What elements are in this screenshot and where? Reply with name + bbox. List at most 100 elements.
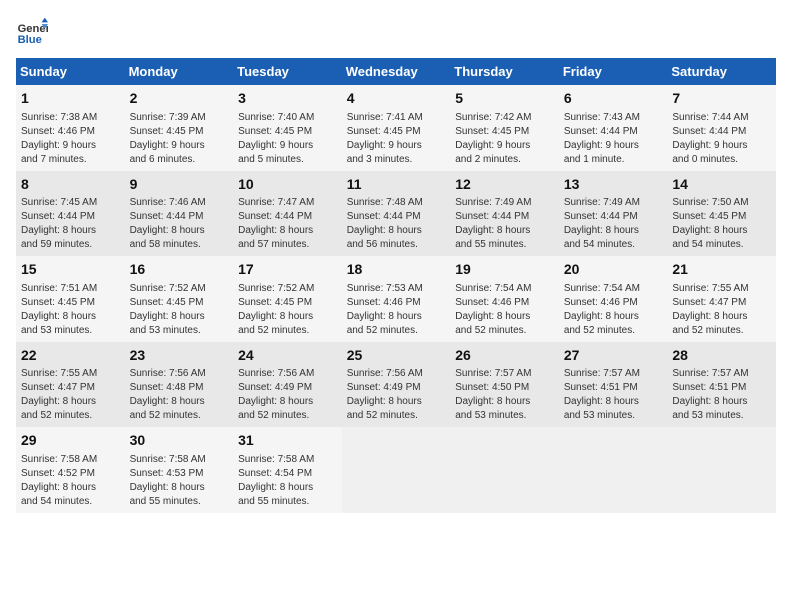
day-info: Sunrise: 7:56 AM Sunset: 4:49 PM Dayligh… (347, 367, 446, 423)
column-header-wednesday: Wednesday (342, 58, 451, 85)
day-number: 14 (672, 175, 771, 195)
calendar-cell: 4Sunrise: 7:41 AM Sunset: 4:45 PM Daylig… (342, 85, 451, 171)
day-number: 4 (347, 89, 446, 109)
day-number: 18 (347, 260, 446, 280)
day-info: Sunrise: 7:45 AM Sunset: 4:44 PM Dayligh… (21, 196, 120, 252)
day-number: 13 (564, 175, 663, 195)
day-info: Sunrise: 7:47 AM Sunset: 4:44 PM Dayligh… (238, 196, 337, 252)
week-row-5: 29Sunrise: 7:58 AM Sunset: 4:52 PM Dayli… (16, 427, 776, 513)
day-info: Sunrise: 7:56 AM Sunset: 4:49 PM Dayligh… (238, 367, 337, 423)
logo-icon: General Blue (16, 16, 48, 48)
day-info: Sunrise: 7:57 AM Sunset: 4:51 PM Dayligh… (672, 367, 771, 423)
calendar-cell: 15Sunrise: 7:51 AM Sunset: 4:45 PM Dayli… (16, 256, 125, 342)
day-info: Sunrise: 7:54 AM Sunset: 4:46 PM Dayligh… (564, 282, 663, 338)
day-number: 21 (672, 260, 771, 280)
day-info: Sunrise: 7:56 AM Sunset: 4:48 PM Dayligh… (130, 367, 229, 423)
calendar-cell: 29Sunrise: 7:58 AM Sunset: 4:52 PM Dayli… (16, 427, 125, 513)
day-number: 16 (130, 260, 229, 280)
calendar-cell: 8Sunrise: 7:45 AM Sunset: 4:44 PM Daylig… (16, 171, 125, 257)
day-number: 10 (238, 175, 337, 195)
calendar-cell: 1Sunrise: 7:38 AM Sunset: 4:46 PM Daylig… (16, 85, 125, 171)
day-info: Sunrise: 7:38 AM Sunset: 4:46 PM Dayligh… (21, 111, 120, 167)
day-info: Sunrise: 7:42 AM Sunset: 4:45 PM Dayligh… (455, 111, 554, 167)
svg-text:Blue: Blue (18, 34, 42, 46)
day-number: 11 (347, 175, 446, 195)
calendar-cell: 26Sunrise: 7:57 AM Sunset: 4:50 PM Dayli… (450, 342, 559, 428)
calendar-cell: 27Sunrise: 7:57 AM Sunset: 4:51 PM Dayli… (559, 342, 668, 428)
day-info: Sunrise: 7:57 AM Sunset: 4:51 PM Dayligh… (564, 367, 663, 423)
column-header-sunday: Sunday (16, 58, 125, 85)
column-header-friday: Friday (559, 58, 668, 85)
day-info: Sunrise: 7:39 AM Sunset: 4:45 PM Dayligh… (130, 111, 229, 167)
column-header-thursday: Thursday (450, 58, 559, 85)
day-number: 22 (21, 346, 120, 366)
day-info: Sunrise: 7:41 AM Sunset: 4:45 PM Dayligh… (347, 111, 446, 167)
day-info: Sunrise: 7:52 AM Sunset: 4:45 PM Dayligh… (238, 282, 337, 338)
calendar-cell: 28Sunrise: 7:57 AM Sunset: 4:51 PM Dayli… (667, 342, 776, 428)
day-number: 5 (455, 89, 554, 109)
calendar-cell: 2Sunrise: 7:39 AM Sunset: 4:45 PM Daylig… (125, 85, 234, 171)
day-info: Sunrise: 7:52 AM Sunset: 4:45 PM Dayligh… (130, 282, 229, 338)
day-number: 27 (564, 346, 663, 366)
day-info: Sunrise: 7:53 AM Sunset: 4:46 PM Dayligh… (347, 282, 446, 338)
day-number: 6 (564, 89, 663, 109)
day-number: 30 (130, 431, 229, 451)
day-number: 15 (21, 260, 120, 280)
calendar-cell (450, 427, 559, 513)
day-number: 12 (455, 175, 554, 195)
calendar-cell (342, 427, 451, 513)
day-number: 28 (672, 346, 771, 366)
calendar-cell: 23Sunrise: 7:56 AM Sunset: 4:48 PM Dayli… (125, 342, 234, 428)
calendar-cell: 10Sunrise: 7:47 AM Sunset: 4:44 PM Dayli… (233, 171, 342, 257)
day-info: Sunrise: 7:43 AM Sunset: 4:44 PM Dayligh… (564, 111, 663, 167)
day-info: Sunrise: 7:46 AM Sunset: 4:44 PM Dayligh… (130, 196, 229, 252)
week-row-3: 15Sunrise: 7:51 AM Sunset: 4:45 PM Dayli… (16, 256, 776, 342)
day-info: Sunrise: 7:55 AM Sunset: 4:47 PM Dayligh… (21, 367, 120, 423)
day-info: Sunrise: 7:40 AM Sunset: 4:45 PM Dayligh… (238, 111, 337, 167)
calendar-cell: 20Sunrise: 7:54 AM Sunset: 4:46 PM Dayli… (559, 256, 668, 342)
calendar-cell: 14Sunrise: 7:50 AM Sunset: 4:45 PM Dayli… (667, 171, 776, 257)
header-row: SundayMondayTuesdayWednesdayThursdayFrid… (16, 58, 776, 85)
day-number: 3 (238, 89, 337, 109)
page-header: General Blue (16, 16, 776, 48)
day-number: 26 (455, 346, 554, 366)
calendar-cell: 9Sunrise: 7:46 AM Sunset: 4:44 PM Daylig… (125, 171, 234, 257)
day-info: Sunrise: 7:51 AM Sunset: 4:45 PM Dayligh… (21, 282, 120, 338)
calendar-cell (559, 427, 668, 513)
calendar-cell: 24Sunrise: 7:56 AM Sunset: 4:49 PM Dayli… (233, 342, 342, 428)
calendar-cell: 12Sunrise: 7:49 AM Sunset: 4:44 PM Dayli… (450, 171, 559, 257)
calendar-cell: 30Sunrise: 7:58 AM Sunset: 4:53 PM Dayli… (125, 427, 234, 513)
week-row-1: 1Sunrise: 7:38 AM Sunset: 4:46 PM Daylig… (16, 85, 776, 171)
calendar-cell: 6Sunrise: 7:43 AM Sunset: 4:44 PM Daylig… (559, 85, 668, 171)
calendar-cell: 17Sunrise: 7:52 AM Sunset: 4:45 PM Dayli… (233, 256, 342, 342)
day-info: Sunrise: 7:48 AM Sunset: 4:44 PM Dayligh… (347, 196, 446, 252)
day-info: Sunrise: 7:50 AM Sunset: 4:45 PM Dayligh… (672, 196, 771, 252)
day-info: Sunrise: 7:49 AM Sunset: 4:44 PM Dayligh… (455, 196, 554, 252)
day-number: 20 (564, 260, 663, 280)
day-number: 7 (672, 89, 771, 109)
day-number: 31 (238, 431, 337, 451)
day-info: Sunrise: 7:54 AM Sunset: 4:46 PM Dayligh… (455, 282, 554, 338)
day-number: 2 (130, 89, 229, 109)
calendar-cell: 16Sunrise: 7:52 AM Sunset: 4:45 PM Dayli… (125, 256, 234, 342)
week-row-4: 22Sunrise: 7:55 AM Sunset: 4:47 PM Dayli… (16, 342, 776, 428)
column-header-tuesday: Tuesday (233, 58, 342, 85)
calendar-cell: 25Sunrise: 7:56 AM Sunset: 4:49 PM Dayli… (342, 342, 451, 428)
calendar-cell: 21Sunrise: 7:55 AM Sunset: 4:47 PM Dayli… (667, 256, 776, 342)
day-number: 8 (21, 175, 120, 195)
calendar-cell: 5Sunrise: 7:42 AM Sunset: 4:45 PM Daylig… (450, 85, 559, 171)
day-number: 9 (130, 175, 229, 195)
calendar-cell: 13Sunrise: 7:49 AM Sunset: 4:44 PM Dayli… (559, 171, 668, 257)
day-number: 25 (347, 346, 446, 366)
calendar-cell: 3Sunrise: 7:40 AM Sunset: 4:45 PM Daylig… (233, 85, 342, 171)
day-info: Sunrise: 7:58 AM Sunset: 4:53 PM Dayligh… (130, 453, 229, 509)
day-number: 29 (21, 431, 120, 451)
day-info: Sunrise: 7:58 AM Sunset: 4:52 PM Dayligh… (21, 453, 120, 509)
day-info: Sunrise: 7:58 AM Sunset: 4:54 PM Dayligh… (238, 453, 337, 509)
calendar-cell: 19Sunrise: 7:54 AM Sunset: 4:46 PM Dayli… (450, 256, 559, 342)
column-header-monday: Monday (125, 58, 234, 85)
calendar-cell: 31Sunrise: 7:58 AM Sunset: 4:54 PM Dayli… (233, 427, 342, 513)
calendar-cell: 11Sunrise: 7:48 AM Sunset: 4:44 PM Dayli… (342, 171, 451, 257)
day-info: Sunrise: 7:57 AM Sunset: 4:50 PM Dayligh… (455, 367, 554, 423)
day-number: 23 (130, 346, 229, 366)
